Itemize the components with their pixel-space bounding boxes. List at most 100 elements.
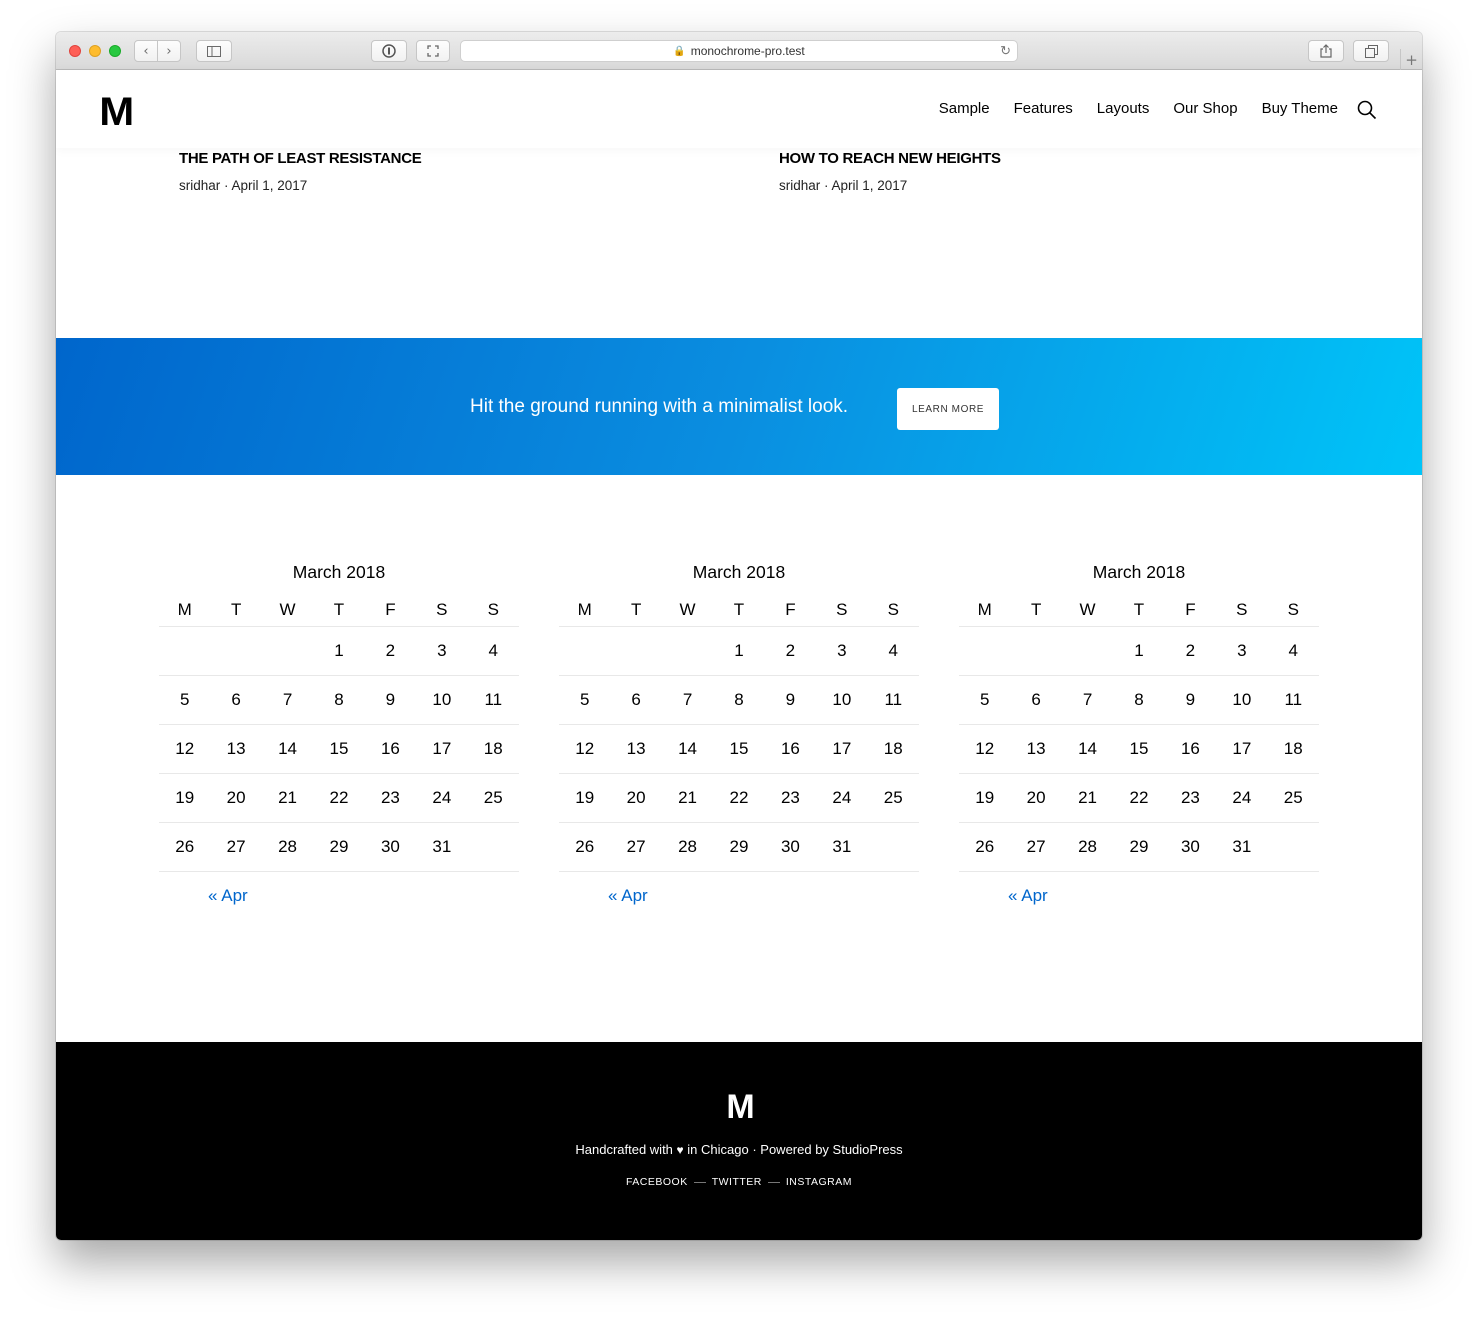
tabs-icon xyxy=(1364,44,1378,58)
calendar-day: 21 xyxy=(261,773,314,823)
calendar-caption: March 2018 xyxy=(692,562,786,582)
post-meta: sridhar · April 1, 2017 xyxy=(779,178,908,193)
weekday-header: T xyxy=(313,595,365,627)
new-tab-button[interactable]: + xyxy=(1400,49,1422,71)
reload-icon[interactable]: ↻ xyxy=(1000,43,1011,59)
calendar-empty-cell xyxy=(959,626,1011,676)
calendar-empty-cell xyxy=(1061,626,1114,676)
calendar-day: 20 xyxy=(1010,773,1062,823)
calendar-empty-cell xyxy=(867,822,919,872)
post-card: HOW TO REACH NEW HEIGHTS sridhar · April… xyxy=(779,150,1001,193)
calendar-day: 20 xyxy=(610,773,662,823)
calendar-day: 13 xyxy=(1010,724,1062,774)
calendar-empty-cell xyxy=(559,626,611,676)
calendar-day: 1 xyxy=(1113,626,1165,676)
weekday-header: T xyxy=(713,595,765,627)
cta-band: Hit the ground running with a minimalist… xyxy=(56,338,1422,475)
calendar-day: 15 xyxy=(1113,724,1165,774)
calendar-week-row: 19 20 21 22 23 24 25 xyxy=(559,773,919,823)
calendar-empty-cell xyxy=(159,626,211,676)
weekday-header: S xyxy=(1216,595,1268,627)
calendar-prev-link[interactable]: « Apr xyxy=(1008,886,1319,906)
calendar-day: 5 xyxy=(159,675,211,725)
nav-item-layouts[interactable]: Layouts xyxy=(1097,100,1150,117)
site-header: M Sample Features Layouts Our Shop Buy T… xyxy=(56,70,1422,148)
minimize-window-button[interactable] xyxy=(89,45,101,57)
instagram-link[interactable]: INSTAGRAM xyxy=(786,1176,852,1188)
calendar-day: 24 xyxy=(416,773,468,823)
calendar-day: 17 xyxy=(416,724,468,774)
post-meta: sridhar · April 1, 2017 xyxy=(179,178,308,193)
back-button[interactable]: ‹ xyxy=(134,40,158,62)
calendar-day: 14 xyxy=(1061,724,1114,774)
calendar-day: 2 xyxy=(1164,626,1217,676)
chevron-left-icon: ‹ xyxy=(143,43,149,59)
nav-item-our-shop[interactable]: Our Shop xyxy=(1173,100,1237,117)
post-title[interactable]: HOW TO REACH NEW HEIGHTS xyxy=(779,150,1001,167)
site-logo[interactable]: M xyxy=(99,90,134,135)
nav-item-features[interactable]: Features xyxy=(1014,100,1073,117)
close-window-button[interactable] xyxy=(69,45,81,57)
tabs-overview-button[interactable] xyxy=(1353,40,1389,62)
calendar-day: 29 xyxy=(1113,822,1165,872)
post-title[interactable]: THE PATH OF LEAST RESISTANCE xyxy=(179,150,422,167)
calendar-day: 26 xyxy=(159,822,211,872)
weekday-header: T xyxy=(1113,595,1165,627)
sidebar-toggle-button[interactable] xyxy=(196,40,232,62)
calendar-day: 29 xyxy=(713,822,765,872)
calendar-day: 15 xyxy=(713,724,765,774)
calendar-day: 28 xyxy=(261,822,314,872)
calendar-widget: March 2018 MTWTFSS 1 2 3 4 5 6 7 8 9 10 11 12 13 14 15… xyxy=(559,560,919,906)
weekday-header: M xyxy=(159,595,211,627)
calendar-day: 9 xyxy=(364,675,417,725)
calendar-day: 10 xyxy=(816,675,868,725)
address-bar[interactable]: 🔒 monochrome-pro.test ↻ xyxy=(460,40,1018,62)
calendar-day: 12 xyxy=(959,724,1011,774)
site-footer: M Handcrafted with ♥ in Chicago · Powere… xyxy=(56,1042,1422,1240)
weekday-header: F xyxy=(364,595,417,627)
nav-item-buy-theme[interactable]: Buy Theme xyxy=(1262,100,1338,117)
divider xyxy=(693,1181,706,1183)
calendar-week-row: 26 27 28 29 30 31 xyxy=(959,822,1319,872)
fullscreen-button[interactable] xyxy=(416,40,450,62)
weekday-header: W xyxy=(661,595,714,627)
calendar-day: 28 xyxy=(661,822,714,872)
calendar-week-row: 5 6 7 8 9 10 11 xyxy=(559,675,919,725)
browser-window: ‹ › 🔒 monochrome-pro.test ↻ + M Sample F… xyxy=(56,32,1422,1240)
calendar-day: 5 xyxy=(959,675,1011,725)
share-button[interactable] xyxy=(1308,40,1344,62)
password-manager-icon xyxy=(382,44,396,58)
weekday-header: T xyxy=(210,595,262,627)
calendar-table: MTWTFSS 1 2 3 4 5 6 7 8 9 10 11 12 13 14 15 16 17 18 19 20 2… xyxy=(559,595,919,872)
calendar-day: 31 xyxy=(416,822,468,872)
footer-credit: Handcrafted with ♥ in Chicago · Powered … xyxy=(56,1142,1422,1157)
cta-text: Hit the ground running with a minimalist… xyxy=(470,396,849,417)
password-manager-button[interactable] xyxy=(371,40,407,62)
plus-icon: + xyxy=(1405,51,1418,69)
calendar-day: 2 xyxy=(764,626,817,676)
weekday-header: S xyxy=(467,595,519,627)
nav-item-sample[interactable]: Sample xyxy=(939,100,990,117)
weekday-header: S xyxy=(867,595,919,627)
calendar-day: 12 xyxy=(159,724,211,774)
search-icon[interactable] xyxy=(1357,100,1377,120)
calendar-prev-link[interactable]: « Apr xyxy=(208,886,519,906)
calendar-table: MTWTFSS 1 2 3 4 5 6 7 8 9 10 11 12 13 14 15 16 17 18 19 20 2… xyxy=(959,595,1319,872)
twitter-link[interactable]: TWITTER xyxy=(712,1176,762,1188)
footer-logo[interactable]: M xyxy=(56,1088,1422,1127)
calendar-prev-link[interactable]: « Apr xyxy=(608,886,919,906)
calendar-day: 4 xyxy=(1267,626,1319,676)
weekday-header: F xyxy=(1164,595,1217,627)
calendar-day: 17 xyxy=(1216,724,1268,774)
calendar-day: 8 xyxy=(1113,675,1165,725)
calendar-day: 22 xyxy=(313,773,365,823)
forward-button[interactable]: › xyxy=(157,40,181,62)
learn-more-button[interactable]: LEARN MORE xyxy=(897,388,999,430)
facebook-link[interactable]: FACEBOOK xyxy=(626,1176,688,1188)
sidebar-icon xyxy=(207,45,221,57)
calendar-day: 1 xyxy=(713,626,765,676)
calendar-day: 1 xyxy=(313,626,365,676)
calendar-day: 31 xyxy=(816,822,868,872)
zoom-window-button[interactable] xyxy=(109,45,121,57)
calendar-day: 24 xyxy=(1216,773,1268,823)
